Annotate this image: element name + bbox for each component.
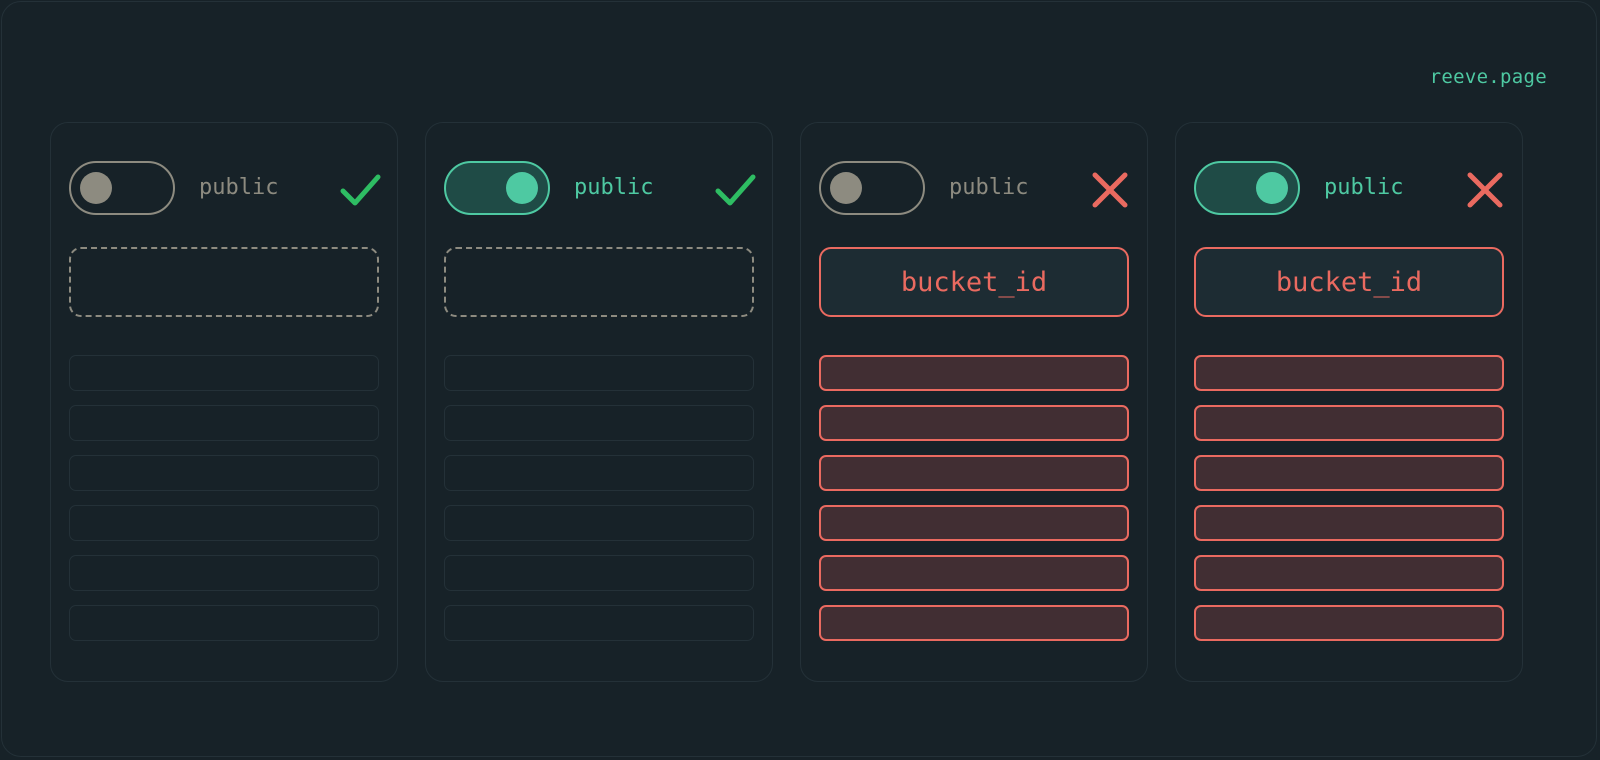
toggle-label: public [574,175,654,200]
bucket-id-field: bucket_id [1194,247,1504,317]
bucket-id-field: bucket_id [819,247,1129,317]
error-row [819,355,1129,391]
placeholder-row [69,505,379,541]
check-icon [714,169,756,211]
panel-3: public bucket_id [800,122,1148,682]
placeholder-row [69,355,379,391]
public-toggle[interactable] [444,161,550,215]
error-row [1194,605,1504,641]
error-row [1194,505,1504,541]
toggle-knob [80,172,112,204]
placeholder-row [444,355,754,391]
panel-1: public [50,122,398,682]
empty-slot [444,247,754,317]
brand-label: reeve.page [1429,66,1547,88]
row-list [444,355,754,655]
error-row [819,455,1129,491]
placeholder-row [444,605,754,641]
public-toggle[interactable] [819,161,925,215]
panel-4: public bucket_id [1175,122,1523,682]
empty-slot [69,247,379,317]
toggle-knob [506,172,538,204]
error-row [819,605,1129,641]
placeholder-row [69,605,379,641]
toggle-knob [830,172,862,204]
check-icon [339,169,381,211]
x-icon [1464,169,1506,211]
toggle-label: public [1324,175,1404,200]
error-row [1194,355,1504,391]
placeholder-row [69,555,379,591]
error-row [1194,555,1504,591]
row-list [819,355,1129,655]
error-row [819,555,1129,591]
row-list [69,355,379,655]
public-toggle[interactable] [1194,161,1300,215]
canvas-frame: reeve.page public public public bucket_id… [1,1,1597,757]
error-row [1194,405,1504,441]
public-toggle[interactable] [69,161,175,215]
placeholder-row [444,455,754,491]
placeholder-row [69,405,379,441]
panel-2: public [425,122,773,682]
placeholder-row [444,505,754,541]
x-icon [1089,169,1131,211]
row-list [1194,355,1504,655]
placeholder-row [69,455,379,491]
error-row [819,505,1129,541]
toggle-label: public [199,175,279,200]
toggle-label: public [949,175,1029,200]
error-row [1194,455,1504,491]
error-row [819,405,1129,441]
placeholder-row [444,405,754,441]
toggle-knob [1256,172,1288,204]
placeholder-row [444,555,754,591]
